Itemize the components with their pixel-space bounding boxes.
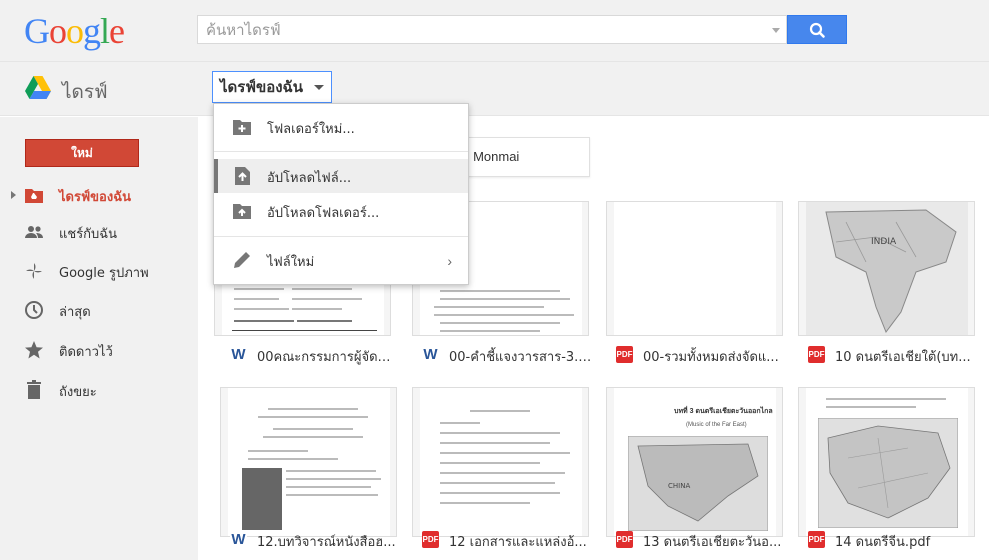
document-preview	[228, 388, 390, 536]
logo-letter: e	[109, 11, 125, 51]
file-name: 12.บทวิจารณ์หนังสือฮ...	[257, 535, 396, 550]
file-name: 12 เอกสารและแหล่งอ้...	[449, 535, 587, 550]
logo-letter: G	[24, 11, 50, 51]
pdf-icon: PDF	[808, 346, 825, 363]
pencil-icon	[234, 252, 250, 268]
menu-item-new-folder[interactable]: โฟลเดอร์ใหม่...	[214, 110, 468, 144]
doc-title: บทที่ 3 ดนตรีเอเชียตะวันออกไกล	[674, 408, 773, 415]
sidebar-item-recent[interactable]: ล่าสุด	[0, 295, 198, 325]
sidebar-item-label: Google รูปภาพ	[59, 266, 149, 281]
map-label: INDIA	[871, 237, 897, 247]
star-icon	[25, 341, 43, 359]
file-name: 14 ดนตรีจีน.pdf	[835, 535, 931, 550]
map-image: INDIA	[806, 202, 968, 335]
word-doc-icon: W	[230, 531, 247, 548]
logo-letter: o	[66, 11, 84, 51]
search-box[interactable]	[197, 15, 787, 44]
file-thumbnail[interactable]: บทที่ 3 ดนตรีเอเชียตะวันออกไกล (Music of…	[606, 387, 783, 537]
file-thumbnail[interactable]: INDIA	[798, 201, 975, 336]
logo-letter: o	[49, 11, 67, 51]
logo-letter: l	[100, 11, 110, 51]
sidebar-item-label: ติดดาวไว้	[59, 345, 113, 360]
sidebar-item-trash[interactable]: ถังขยะ	[0, 375, 198, 405]
search-button[interactable]	[787, 15, 847, 44]
book-cover-image	[242, 468, 282, 530]
sidebar-item-photos[interactable]: Google รูปภาพ	[0, 256, 198, 286]
clock-icon	[25, 301, 43, 319]
file-thumbnail[interactable]	[606, 201, 783, 336]
app-title: ไดรฟ์	[62, 81, 108, 103]
sidebar-item-label: ถังขยะ	[59, 385, 97, 400]
file-name: 00คณะกรรมการผู้จัดทำ...	[257, 350, 402, 365]
google-logo[interactable]: Google	[24, 10, 125, 52]
pdf-icon: PDF	[422, 531, 439, 548]
sidebar: ใหม่ ไดรฟ์ของฉัน แชร์กับฉัน Google รูปภา…	[0, 117, 198, 560]
file-name: 13 ดนตรีเอเชียตะวันอ...	[643, 535, 782, 550]
chevron-right-icon: ›	[447, 253, 452, 269]
pdf-icon: PDF	[616, 531, 633, 548]
expand-arrow-icon[interactable]	[11, 191, 16, 199]
document-preview	[614, 202, 776, 335]
app-bar: ไดรฟ์ ไดรฟ์ของฉัน	[0, 62, 989, 116]
pdf-icon: PDF	[616, 346, 633, 363]
file-thumbnail[interactable]	[798, 387, 975, 537]
map-label: CHINA	[668, 482, 690, 490]
new-menu: โฟลเดอร์ใหม่... อัปโหลดไฟล์... อัปโหลดโฟ…	[213, 103, 469, 285]
search-icon	[809, 22, 825, 38]
menu-item-label: อัปโหลดโฟลเดอร์...	[267, 206, 380, 221]
sidebar-item-shared[interactable]: แชร์กับฉัน	[0, 217, 198, 247]
menu-item-label: ไฟล์ใหม่	[267, 255, 315, 270]
map-preview	[806, 388, 968, 536]
trash-icon	[27, 380, 41, 399]
drive-logo-icon	[25, 76, 51, 99]
map-image: CHINA	[628, 436, 768, 531]
doc-subtitle: (Music of the Far East)	[686, 422, 747, 428]
my-drive-dropdown-label: ไดรฟ์ของฉัน	[220, 78, 304, 96]
word-doc-icon: W	[422, 346, 439, 363]
my-drive-icon	[25, 189, 43, 203]
chevron-down-icon	[314, 85, 325, 90]
search-input[interactable]	[206, 20, 766, 40]
file-name: 00-คำชี้แจงวารสาร-3.d...	[449, 350, 594, 365]
map-image	[818, 418, 958, 528]
menu-divider	[214, 151, 468, 152]
menu-item-upload-folder[interactable]: อัปโหลดโฟลเดอร์...	[214, 194, 468, 228]
file-name: 10 ดนตรีเอเชียใต้(บท...	[835, 350, 971, 365]
file-thumbnail[interactable]	[220, 387, 397, 537]
menu-item-new-file[interactable]: ไฟล์ใหม่ ›	[214, 243, 468, 277]
upload-file-icon	[235, 167, 250, 185]
search-options-icon[interactable]	[772, 28, 780, 33]
menu-item-upload-file[interactable]: อัปโหลดไฟล์...	[214, 159, 468, 193]
upload-folder-icon	[233, 204, 251, 219]
new-folder-icon	[233, 120, 251, 135]
sidebar-item-label: แชร์กับฉัน	[59, 227, 118, 242]
logo-letter: g	[83, 11, 101, 51]
pdf-icon: PDF	[808, 531, 825, 548]
document-preview	[420, 388, 582, 536]
file-name: 00-รวมทั้งหมดส่งจัดแ...	[643, 350, 779, 365]
menu-item-label: โฟลเดอร์ใหม่...	[267, 122, 355, 137]
map-preview: INDIA	[806, 202, 968, 335]
sidebar-item-label: ไดรฟ์ของฉัน	[59, 190, 131, 205]
document-preview: บทที่ 3 ดนตรีเอเชียตะวันออกไกล (Music of…	[614, 388, 776, 536]
people-icon	[25, 226, 43, 238]
sidebar-item-starred[interactable]: ติดดาวไว้	[0, 335, 198, 365]
sidebar-item-label: ล่าสุด	[59, 305, 91, 320]
my-drive-dropdown[interactable]: ไดรฟ์ของฉัน	[212, 71, 333, 103]
file-thumbnail[interactable]	[412, 387, 589, 537]
top-bar: Google	[0, 0, 989, 62]
pinwheel-icon	[26, 263, 42, 279]
menu-item-label: อัปโหลดไฟล์...	[267, 171, 352, 186]
word-doc-icon: W	[230, 346, 247, 363]
sidebar-item-my-drive[interactable]: ไดรฟ์ของฉัน	[0, 180, 198, 210]
new-button[interactable]: ใหม่	[25, 139, 139, 167]
menu-divider	[214, 236, 468, 237]
